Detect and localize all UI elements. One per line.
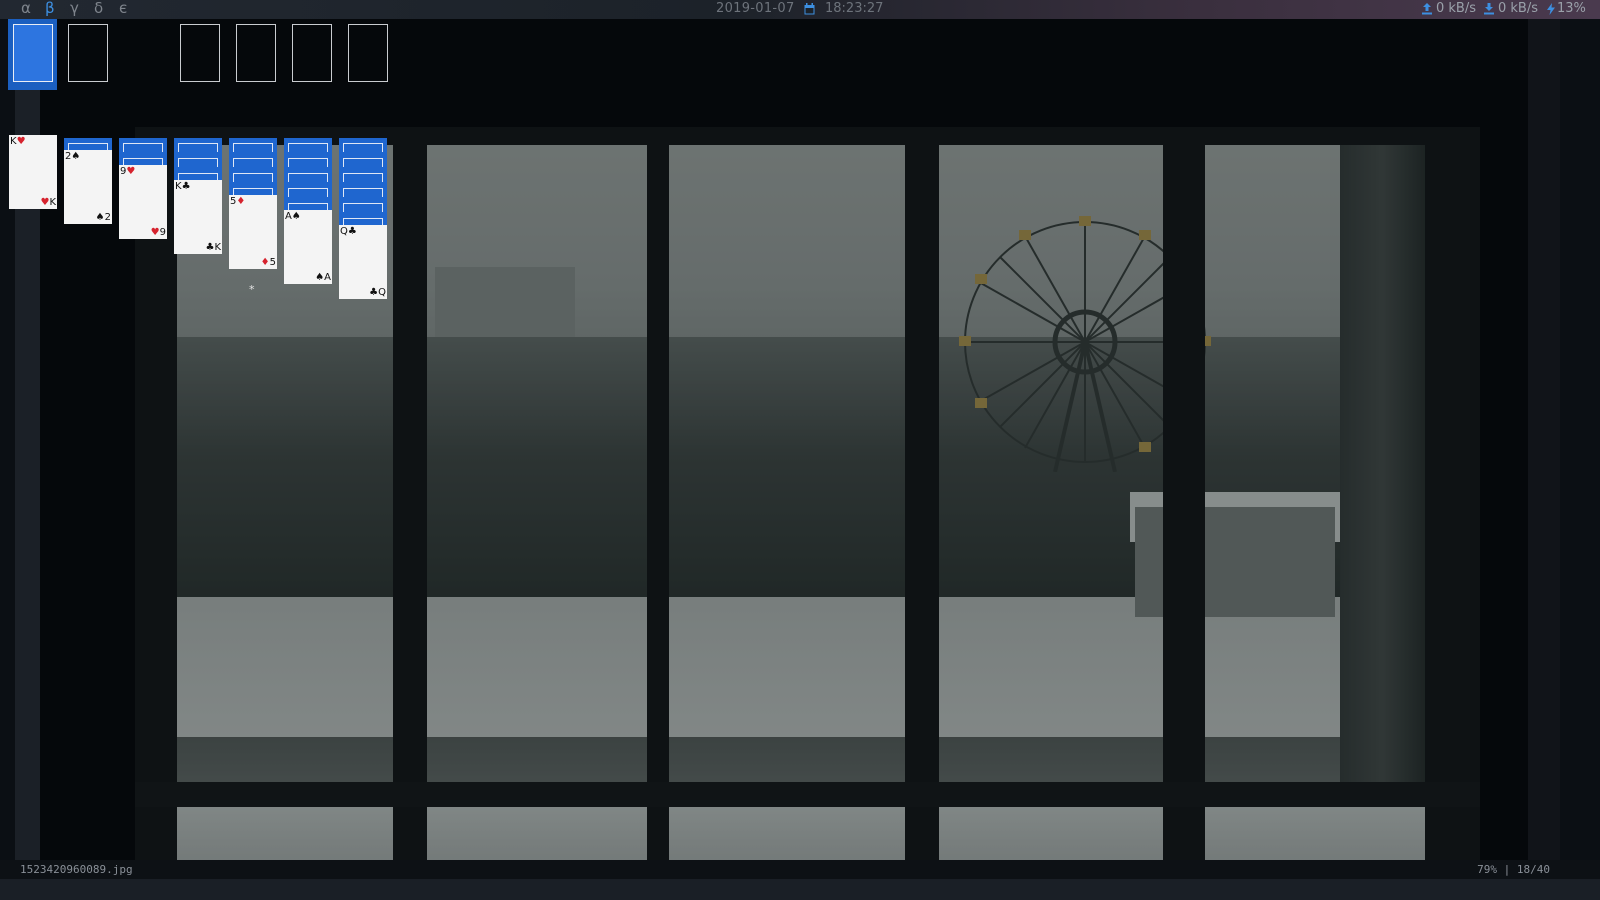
card-back-pattern	[343, 203, 383, 212]
window-mullion-3	[905, 127, 939, 867]
tableau-card-facedown[interactable]	[284, 153, 332, 168]
tableau-card-faceup[interactable]: 9♥ ♥9	[119, 165, 167, 239]
selection-cursor: *	[249, 283, 255, 296]
tableau-card-facedown[interactable]	[174, 153, 222, 168]
card-back-pattern	[288, 173, 328, 182]
card-rank-bottom: ♠2	[95, 212, 111, 223]
card-rank-top: K♥	[10, 136, 26, 147]
foundation-2[interactable]	[236, 24, 276, 82]
card-back-pattern	[288, 188, 328, 197]
tableau-card-faceup[interactable]: K♥ ♥K	[9, 135, 57, 209]
card-back-pattern	[123, 143, 163, 152]
workspace-epsilon[interactable]: є	[119, 0, 127, 19]
card-rank-top: Q♣	[340, 226, 357, 237]
window-frame-right	[1425, 127, 1480, 867]
window-mullion-4	[1163, 127, 1205, 867]
wallpaper-photo	[135, 127, 1480, 867]
tableau-card-facedown[interactable]	[284, 168, 332, 183]
tableau-card-facedown[interactable]	[119, 138, 167, 153]
filename-text: 1523420960089.jpg	[20, 863, 133, 876]
tableau-card-facedown[interactable]	[284, 183, 332, 198]
foundation-3[interactable]	[292, 24, 332, 82]
download-rate: 0 kB/s	[1498, 1, 1539, 16]
window-frame-top	[135, 127, 1480, 145]
tableau-card-facedown[interactable]	[339, 183, 387, 198]
card-back-pattern	[288, 158, 328, 167]
stock-pile[interactable]	[13, 24, 53, 82]
card-rank-bottom: ♠A	[315, 272, 331, 283]
card-rank-top: 5♦	[230, 196, 246, 207]
tableau-card-facedown[interactable]	[339, 168, 387, 183]
card-back-pattern	[233, 143, 273, 152]
zoom-position-text: 79% | 18/40	[1477, 863, 1550, 876]
time-text: 18:23:27	[825, 1, 884, 16]
tableau-card-facedown[interactable]	[284, 138, 332, 153]
card-rank-top: 9♥	[120, 166, 136, 177]
zoom-level: 79%	[1477, 863, 1497, 876]
tableau-card-faceup[interactable]: 2♠ ♠2	[64, 150, 112, 224]
status-bar: α β γ δ є 2019-01-07 18:23:27 0 kB/s 0 k…	[0, 0, 1600, 19]
viewer-statusbar: 1523420960089.jpg 79% | 18/40	[0, 860, 1600, 879]
card-back-pattern	[343, 173, 383, 182]
tableau-card-faceup[interactable]: 5♦ ♦5	[229, 195, 277, 269]
upload-rate: 0 kB/s	[1436, 1, 1477, 16]
card-rank-bottom: ♥9	[150, 227, 166, 238]
workspace-gamma[interactable]: γ	[70, 0, 79, 19]
card-back-pattern	[178, 143, 218, 152]
window-mullion-1	[393, 127, 427, 867]
date-text: 2019-01-07	[716, 1, 795, 16]
tableau-card-faceup[interactable]: K♣ ♣K	[174, 180, 222, 254]
window-frame-bottom	[135, 782, 1480, 807]
card-rank-top: 2♠	[65, 151, 81, 162]
calendar-icon	[804, 3, 815, 15]
foundation-1[interactable]	[180, 24, 220, 82]
tableau-card-facedown[interactable]	[229, 168, 277, 183]
card-rank-bottom: ♣Q	[369, 287, 386, 298]
card-back-pattern	[343, 188, 383, 197]
workspace-delta[interactable]: δ	[94, 0, 103, 19]
upload-icon	[1422, 3, 1432, 15]
battery-level: 13%	[1557, 1, 1586, 16]
window-mullion-2	[647, 127, 669, 867]
card-back-pattern	[288, 143, 328, 152]
battery-bolt-icon	[1547, 3, 1555, 15]
screen-bottom-edge	[0, 879, 1600, 900]
card-back-pattern	[343, 143, 383, 152]
card-rank-top: K♣	[175, 181, 191, 192]
card-rank-bottom: ♥K	[40, 197, 56, 208]
card-back-pattern	[233, 158, 273, 167]
card-rank-bottom: ♦5	[260, 257, 276, 268]
tableau-card-facedown[interactable]	[339, 198, 387, 213]
tableau-card-faceup[interactable]: A♠ ♠A	[284, 210, 332, 284]
tableau-card-facedown[interactable]	[339, 153, 387, 168]
card-back-pattern	[178, 158, 218, 167]
photo-tint	[135, 127, 1480, 867]
viewer-right-border	[1528, 19, 1560, 881]
image-position: 18/40	[1516, 863, 1550, 876]
foundation-4[interactable]	[348, 24, 388, 82]
tableau-card-faceup[interactable]: Q♣ ♣Q	[339, 225, 387, 299]
download-icon	[1484, 3, 1494, 15]
waste-pile[interactable]	[68, 24, 108, 82]
card-rank-top: A♠	[285, 211, 301, 222]
tableau-card-facedown[interactable]	[229, 153, 277, 168]
card-back-pattern	[343, 158, 383, 167]
card-rank-bottom: ♣K	[205, 242, 221, 253]
workspace-alpha[interactable]: α	[21, 0, 31, 19]
tableau-card-facedown[interactable]	[229, 138, 277, 153]
tableau-card-facedown[interactable]	[339, 138, 387, 153]
tableau-card-facedown[interactable]	[174, 138, 222, 153]
workspace-beta[interactable]: β	[45, 0, 55, 19]
card-back-pattern	[233, 173, 273, 182]
